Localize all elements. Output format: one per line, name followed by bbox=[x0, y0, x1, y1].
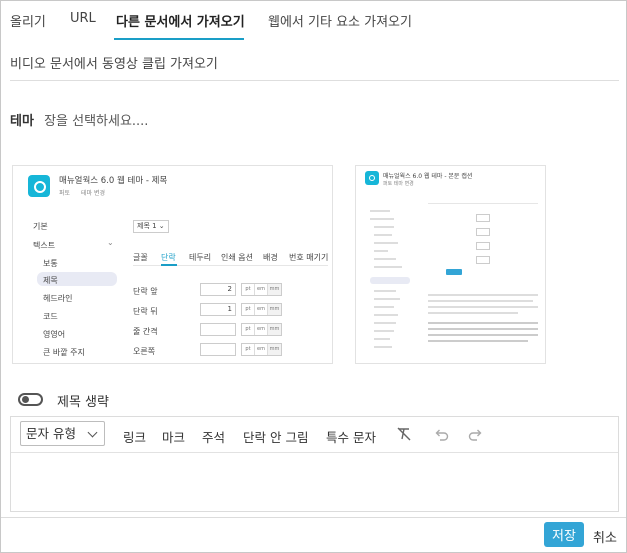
theme-row: 테마 장을 선택하세요.... bbox=[10, 110, 148, 129]
preview-menu-line bbox=[374, 226, 394, 228]
preview-text-line bbox=[428, 312, 518, 314]
preview-subtitle-right: 테마 변경 bbox=[81, 190, 105, 197]
caption-editor: 문자 유형 링크 마크 주석 단락 안 그림 특수 문자 bbox=[10, 416, 619, 512]
character-style-select[interactable]: 문자 유형 bbox=[20, 421, 105, 446]
chevron-down-icon: ⌄ bbox=[107, 238, 114, 247]
preview-field-label: 줄 간격 bbox=[133, 327, 158, 336]
preview-text-line bbox=[428, 306, 538, 308]
cancel-button[interactable]: 취소 bbox=[593, 527, 617, 546]
preview-subtitle: 퍼토 bbox=[59, 190, 71, 197]
save-button[interactable]: 저장 bbox=[544, 522, 584, 547]
tab-bar: 올리기 URL 다른 문서에서 가져오기 웹에서 기타 요소 가져오기 bbox=[1, 1, 626, 41]
preview-text-line bbox=[428, 322, 538, 324]
clear-format-icon[interactable] bbox=[395, 425, 413, 443]
special-char-button[interactable]: 특수 문자 bbox=[326, 427, 376, 446]
undo-icon[interactable] bbox=[432, 425, 450, 443]
preview-field-value bbox=[476, 256, 490, 264]
preview-field-label: 단락 뒤 bbox=[133, 307, 158, 316]
active-tab-indicator bbox=[114, 38, 244, 40]
redo-icon[interactable] bbox=[467, 425, 485, 443]
omit-title-toggle[interactable] bbox=[18, 393, 43, 406]
preview-menu-line bbox=[374, 250, 388, 252]
preview-menu-line bbox=[374, 266, 402, 268]
preview-menu-item: 기본 bbox=[33, 222, 48, 231]
preview-button bbox=[446, 269, 462, 275]
chevron-down-icon bbox=[87, 427, 98, 438]
preview-menu-line bbox=[374, 314, 398, 316]
preview-text-line bbox=[428, 300, 533, 302]
preview-text-line bbox=[428, 334, 538, 336]
theme-preview-small[interactable]: 매뉴얼웍스 6.0 웹 테마 - 본문 캡션 퍼토 테마 변경 bbox=[355, 165, 546, 364]
preview-field-value bbox=[476, 242, 490, 250]
preview-menu-line bbox=[374, 346, 392, 348]
caption-text-area[interactable] bbox=[11, 454, 618, 511]
preview-field-value bbox=[476, 228, 490, 236]
preview-subtab: 글꼴 bbox=[133, 253, 148, 262]
theme-logo-icon bbox=[28, 175, 50, 197]
tab-web-elements[interactable]: 웹에서 기타 요소 가져오기 bbox=[268, 11, 412, 30]
mark-button[interactable]: 마크 bbox=[162, 427, 185, 446]
tabs-divider bbox=[10, 80, 619, 81]
preview-menu-item: 영영어 bbox=[43, 330, 66, 339]
preview-field-label: 단락 앞 bbox=[133, 287, 158, 296]
preview-menu-highlight bbox=[370, 277, 410, 284]
preview-menu-line bbox=[374, 290, 396, 292]
preview-unit-group: pt em mm bbox=[241, 323, 282, 336]
link-button[interactable]: 링크 bbox=[123, 427, 146, 446]
preview-menu-line bbox=[374, 330, 394, 332]
theme-preview-large[interactable]: 매뉴얼웍스 6.0 웹 테마 - 제목 퍼토 테마 변경 기본 텍스트 ⌄ 보통… bbox=[12, 165, 333, 364]
preview-menu-line bbox=[374, 306, 394, 308]
preview-field-value bbox=[476, 214, 490, 222]
preview-subtab: 인쇄 옵션 bbox=[221, 253, 253, 262]
annotation-button[interactable]: 주석 bbox=[202, 427, 225, 446]
preview-subtab: 배경 bbox=[263, 253, 278, 262]
preview-subtab-divider bbox=[428, 203, 538, 204]
preview-text-line bbox=[428, 340, 528, 342]
footer-divider bbox=[1, 517, 626, 518]
preview-menu-item: 텍스트 bbox=[33, 241, 56, 250]
preview-field-value bbox=[200, 343, 236, 356]
preview-menu-item: 큰 바깥 주지 bbox=[43, 348, 85, 357]
theme-label: 테마 bbox=[10, 114, 34, 129]
tab-video-clip[interactable]: 비디오 문서에서 동영상 클립 가져오기 bbox=[10, 53, 218, 72]
preview-subtitle: 퍼토 테마 변경 bbox=[383, 181, 414, 187]
preview-menu-item: 보통 bbox=[43, 259, 58, 268]
preview-menu-item: 코드 bbox=[43, 312, 58, 321]
preview-menu-item: 헤드라인 bbox=[43, 294, 73, 303]
preview-menu-line bbox=[374, 234, 392, 236]
preview-unit-group: pt em mm bbox=[241, 303, 282, 316]
preview-unit-group: pt em mm bbox=[241, 283, 282, 296]
inline-image-button[interactable]: 단락 안 그림 bbox=[243, 427, 308, 446]
tab-upload[interactable]: 올리기 bbox=[10, 11, 46, 30]
preview-menu-line bbox=[374, 338, 390, 340]
preview-title: 매뉴얼웍스 6.0 웹 테마 - 제목 bbox=[59, 176, 168, 186]
preview-text-line bbox=[428, 294, 538, 296]
preview-menu-line bbox=[370, 210, 390, 212]
import-dialog: 올리기 URL 다른 문서에서 가져오기 웹에서 기타 요소 가져오기 비디오 … bbox=[0, 0, 627, 553]
preview-field-value: 2 bbox=[200, 283, 236, 296]
preview-menu-line bbox=[374, 242, 398, 244]
editor-toolbar: 문자 유형 링크 마크 주석 단락 안 그림 특수 문자 bbox=[11, 417, 618, 453]
preview-menu-line bbox=[374, 298, 400, 300]
preview-menu-item-selected: 제목 bbox=[43, 276, 58, 285]
preview-field-value: 1 bbox=[200, 303, 236, 316]
preview-menu-line bbox=[374, 258, 396, 260]
tab-other-document[interactable]: 다른 문서에서 가져오기 bbox=[116, 11, 245, 30]
chapter-select[interactable]: 장을 선택하세요.... bbox=[44, 114, 148, 129]
preview-subtab-active: 단락 bbox=[161, 253, 176, 262]
preview-title: 매뉴얼웍스 6.0 웹 테마 - 본문 캡션 bbox=[383, 173, 473, 180]
preview-text-line bbox=[428, 328, 538, 330]
preview-subtab-indicator bbox=[161, 264, 177, 266]
preview-field-value bbox=[200, 323, 236, 336]
preview-subtab: 테두리 bbox=[189, 253, 212, 262]
preview-unit-group: pt em mm bbox=[241, 343, 282, 356]
omit-title-label: 제목 생략 bbox=[57, 395, 109, 410]
preview-menu-line bbox=[370, 218, 394, 220]
preview-subtab: 번호 매기기 bbox=[289, 253, 329, 262]
preview-style-select: 제목 1 ⌄ bbox=[133, 220, 169, 233]
tab-url[interactable]: URL bbox=[70, 11, 96, 26]
preview-field-label: 오른쪽 bbox=[133, 347, 156, 356]
preview-menu-line bbox=[374, 322, 396, 324]
theme-logo-icon bbox=[365, 171, 379, 185]
